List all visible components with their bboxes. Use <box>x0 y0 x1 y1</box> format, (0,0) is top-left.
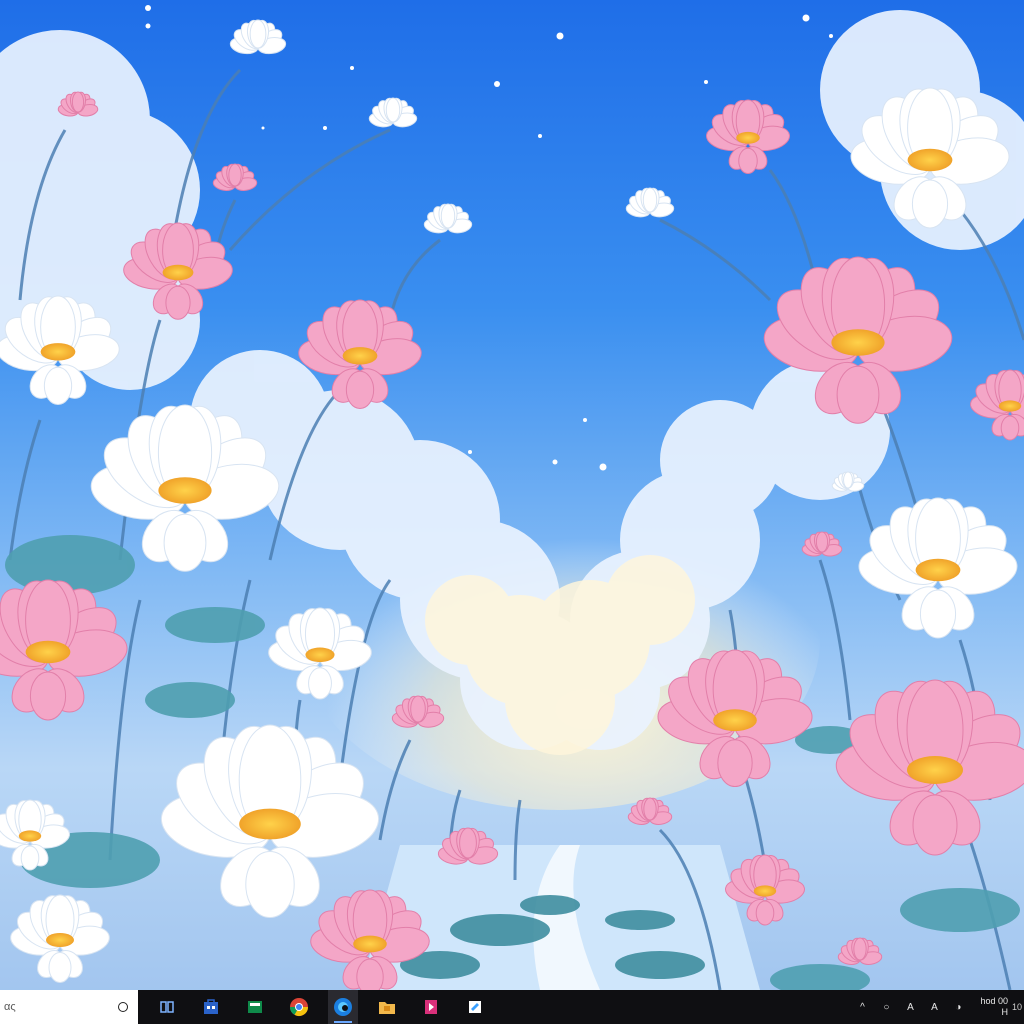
search-input[interactable]: ας <box>4 1001 16 1013</box>
font-icon[interactable]: A <box>904 1002 916 1013</box>
keyboard-icon[interactable]: A <box>928 1002 940 1013</box>
search-box[interactable]: ας <box>0 990 138 1024</box>
network-icon[interactable]: ○ <box>880 1002 892 1013</box>
desktop: ας ^ ○ A A ◑ hod 00 H 10 <box>0 0 1024 1024</box>
edge-icon[interactable] <box>328 990 358 1024</box>
pink-lotus-flower <box>835 679 1024 856</box>
speaker-icon[interactable]: ◑ <box>952 1002 964 1013</box>
chevron-up-icon[interactable]: ^ <box>856 1002 868 1013</box>
pink-lotus-flower <box>0 579 128 721</box>
notepad-icon[interactable] <box>460 990 490 1024</box>
notification-count[interactable]: 10 <box>1012 1002 1022 1013</box>
system-tray: ^ ○ A A ◑ hod 00 H 10 <box>850 990 1024 1024</box>
media-player-icon[interactable] <box>416 990 446 1024</box>
clock-date: H <box>1001 1007 1008 1017</box>
pink-lotus-flower <box>706 99 790 175</box>
white-lotus-flower <box>423 203 473 234</box>
store-icon[interactable] <box>196 990 226 1024</box>
clock-time: hod 00 <box>980 996 1008 1006</box>
white-lotus-flower <box>160 724 380 918</box>
pink-lotus-flower <box>837 937 883 965</box>
pink-lotus-flower <box>801 531 843 557</box>
chrome-icon[interactable] <box>284 990 314 1024</box>
files-icon[interactable] <box>240 990 270 1024</box>
folder-icon[interactable] <box>372 990 402 1024</box>
white-lotus-flower <box>625 187 675 218</box>
pink-lotus-flower <box>970 369 1024 441</box>
search-icon[interactable] <box>118 1002 128 1012</box>
white-lotus-flower <box>229 19 287 55</box>
task-view-icon[interactable] <box>152 990 182 1024</box>
pink-lotus-flower <box>212 163 258 191</box>
wallpaper <box>0 5 1024 990</box>
white-lotus-flower <box>368 97 418 128</box>
clock[interactable]: hod 00 H <box>980 996 1008 1018</box>
taskbar: ας ^ ○ A A ◑ hod 00 H 10 <box>0 990 1024 1024</box>
white-lotus-flower <box>858 497 1018 639</box>
white-lotus-flower <box>10 894 110 983</box>
